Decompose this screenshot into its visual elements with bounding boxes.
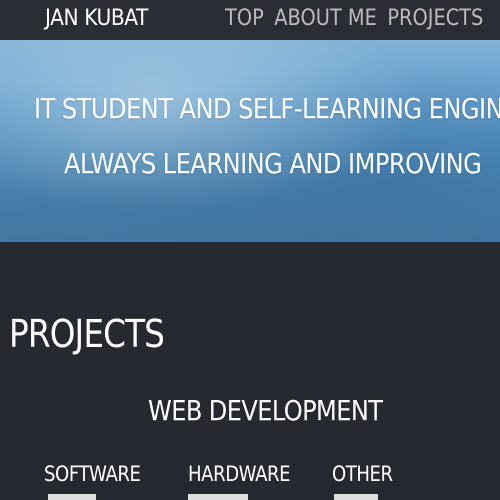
clipped-text-fragment	[334, 494, 378, 500]
hero-headline: IT STUDENT AND SELF-LEARNING ENGINEER	[34, 92, 500, 125]
nav-link-projects[interactable]: PROJECTS	[387, 6, 483, 31]
nav-link-top[interactable]: TOP	[225, 6, 264, 31]
site-brand[interactable]: JAN KUBAT	[45, 6, 148, 31]
web-development-heading: WEB DEVELOPMENT	[148, 394, 383, 427]
top-navbar: JAN KUBAT TOP ABOUT ME PROJECTS	[0, 0, 500, 40]
hero-subheadline: ALWAYS LEARNING AND IMPROVING	[64, 147, 482, 180]
category-hardware[interactable]: HARDWARE	[188, 462, 291, 486]
main-nav: TOP ABOUT ME PROJECTS	[225, 6, 483, 31]
category-software[interactable]: SOFTWARE	[44, 462, 141, 486]
hero-banner: IT STUDENT AND SELF-LEARNING ENGINEER AL…	[0, 40, 500, 242]
clipped-text-fragment	[188, 494, 248, 500]
category-other[interactable]: OTHER	[332, 462, 393, 486]
nav-link-about-me[interactable]: ABOUT ME	[274, 6, 377, 31]
projects-heading: PROJECTS	[9, 312, 165, 356]
clipped-text-fragment	[48, 494, 96, 500]
